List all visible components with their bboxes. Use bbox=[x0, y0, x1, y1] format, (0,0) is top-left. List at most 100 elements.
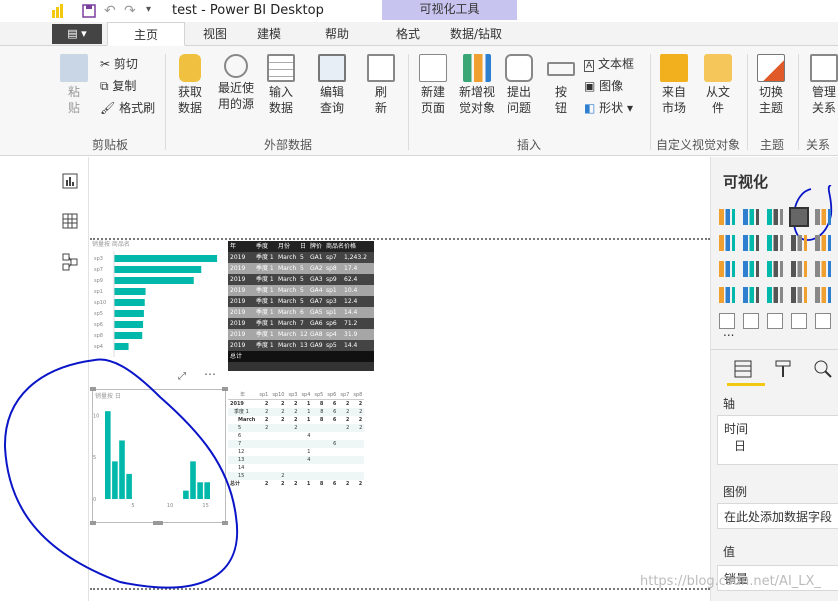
format-painter-button[interactable]: 🖌 格式刷 bbox=[100, 100, 155, 116]
tab-view[interactable]: 视图 bbox=[190, 22, 240, 46]
undo-icon[interactable]: ↶ bbox=[104, 3, 116, 19]
matrix-cell bbox=[338, 464, 351, 472]
paste-button[interactable]: 粘 贴 bbox=[58, 54, 90, 116]
save-icon[interactable] bbox=[82, 4, 96, 18]
axis-field-day[interactable]: 日 bbox=[724, 437, 832, 454]
axis-well[interactable]: 时间 日 bbox=[717, 415, 838, 465]
shapes-button[interactable]: ◧ 形状 ▾ bbox=[584, 100, 633, 116]
model-view-icon[interactable] bbox=[62, 253, 78, 271]
treemap-icon[interactable] bbox=[719, 287, 735, 303]
stacked-area-icon[interactable] bbox=[767, 235, 783, 251]
tab-modeling[interactable]: 建模 bbox=[244, 22, 294, 46]
matrix-cell: 2 bbox=[346, 409, 350, 415]
ribbon-icon[interactable] bbox=[719, 261, 735, 277]
table-row[interactable]: 2019 季度 1 March 5 GA4 sp1 10.4 bbox=[228, 285, 374, 296]
table-cell: GA3 bbox=[310, 276, 323, 283]
100-bar-icon[interactable] bbox=[815, 209, 831, 225]
matrix-icon[interactable] bbox=[767, 313, 783, 329]
redo-icon[interactable]: ↷ bbox=[124, 3, 136, 19]
matrix-header-cell[interactable]: sp7 bbox=[338, 391, 352, 400]
r-script-icon[interactable] bbox=[791, 313, 807, 329]
image-icon: ▣ bbox=[584, 79, 596, 93]
ask-question-button[interactable]: 提出 问题 bbox=[502, 54, 536, 116]
axis-field-time[interactable]: 时间 bbox=[724, 420, 832, 437]
area-icon[interactable] bbox=[743, 235, 759, 251]
switch-theme-button[interactable]: 切换 主题 bbox=[752, 54, 790, 116]
table-row[interactable]: 2019 季度 1 March 6 GA5 sp1 14.4 bbox=[228, 307, 374, 318]
analytics-magnifier-icon[interactable] bbox=[813, 359, 833, 379]
table-cell: sp1 bbox=[326, 287, 337, 294]
tab-home[interactable]: 主页 bbox=[107, 22, 185, 46]
report-canvas[interactable]: 销量按 商品名 sp3 sp7 sp9 sp1 sp10 sp5 sp6 sp8 sp4 ⤢ ⋯… bbox=[3, 157, 710, 601]
image-button[interactable]: ▣ 图像 bbox=[584, 78, 623, 94]
edit-query-icon bbox=[318, 54, 346, 82]
table-cell: 71.2 bbox=[344, 320, 358, 327]
table-cell: 2019 bbox=[230, 287, 246, 294]
fields-tab-icon[interactable] bbox=[733, 359, 753, 379]
scatter-icon[interactable] bbox=[767, 261, 783, 277]
python-icon[interactable] bbox=[815, 313, 831, 329]
table-header-cell[interactable]: 季度 bbox=[254, 241, 276, 252]
cut-button[interactable]: ✂ 剪切 bbox=[100, 56, 138, 72]
tab-format[interactable]: 格式 bbox=[386, 22, 430, 46]
table-header-cell[interactable]: 月份 bbox=[276, 241, 298, 252]
enter-data-button[interactable]: 输入 数据 bbox=[264, 54, 298, 116]
map-icon[interactable] bbox=[743, 287, 759, 303]
table-row[interactable]: 2019 季度 1 March 5 GA3 sp9 62.4 bbox=[228, 274, 374, 285]
text-box-button[interactable]: A 文本框 bbox=[584, 56, 634, 74]
data-view-icon[interactable] bbox=[62, 213, 78, 229]
refresh-button[interactable]: 刷 新 bbox=[364, 54, 398, 116]
edit-queries-button[interactable]: 编辑 查询 bbox=[312, 54, 352, 116]
tab-data-drill[interactable]: 数据/钻取 bbox=[440, 22, 512, 46]
line-column-2-icon[interactable] bbox=[815, 235, 831, 251]
table-header-cell[interactable]: 牌价 bbox=[308, 241, 324, 252]
table-row[interactable]: 2019 季度 1 March 5 GA2 sp8 17.4 bbox=[228, 263, 374, 274]
donut-icon[interactable] bbox=[815, 261, 831, 277]
button-insert-button[interactable]: 按 钮 bbox=[544, 54, 578, 116]
table-cell: March bbox=[278, 309, 297, 316]
from-file-button[interactable]: 从文 件 bbox=[698, 54, 738, 116]
new-page-button[interactable]: 新建 页面 bbox=[414, 54, 452, 116]
from-market-button[interactable]: 来自 市场 bbox=[654, 54, 694, 116]
recent-sources-button[interactable]: 最近使 用的源 bbox=[214, 54, 258, 112]
file-menu-button[interactable]: ▤ ▾ bbox=[52, 24, 102, 44]
line-icon[interactable] bbox=[719, 235, 735, 251]
bar-chart-icon bbox=[463, 54, 491, 82]
table-icon[interactable] bbox=[743, 313, 759, 329]
line-column-icon[interactable] bbox=[791, 235, 807, 251]
table-cell: GA1 bbox=[310, 254, 323, 261]
clustered-column-icon[interactable] bbox=[789, 207, 809, 227]
report-view-icon[interactable] bbox=[62, 173, 78, 189]
get-data-button[interactable]: 获取 数据 bbox=[170, 54, 210, 116]
slicer-icon[interactable] bbox=[719, 313, 735, 329]
format-paint-roller-icon[interactable] bbox=[773, 359, 793, 379]
table-cell: 14.4 bbox=[344, 309, 358, 316]
bar-category-label: sp3 bbox=[94, 256, 103, 262]
legend-well[interactable]: 在此处添加数据字段 bbox=[717, 503, 838, 529]
table-header-cell[interactable]: 年 bbox=[228, 241, 254, 252]
copy-button[interactable]: ⧉ 复制 bbox=[100, 78, 136, 94]
funnel-icon[interactable] bbox=[791, 287, 807, 303]
pie-icon[interactable] bbox=[791, 261, 807, 277]
table-header-cell[interactable]: 价格 bbox=[342, 241, 372, 252]
waterfall-icon[interactable] bbox=[743, 261, 759, 277]
matrix-header-cell[interactable]: sp8 bbox=[351, 391, 365, 400]
table-row[interactable]: 2019 季度 1 March 5 GA7 sp3 12.4 bbox=[228, 296, 374, 307]
table-header-cell[interactable]: 商品名 bbox=[324, 241, 344, 252]
quick-access-dropdown-icon[interactable]: ▾ bbox=[146, 4, 151, 15]
clustered-bar-icon[interactable] bbox=[767, 209, 783, 225]
manage-relationships-button[interactable]: 管理 关系 bbox=[804, 54, 838, 116]
bar-category-label: sp1 bbox=[94, 289, 103, 295]
table-cell: March bbox=[278, 320, 297, 327]
filled-map-icon[interactable] bbox=[767, 287, 783, 303]
stacked-bar-icon[interactable] bbox=[719, 209, 735, 225]
gauge-icon[interactable] bbox=[815, 287, 831, 303]
store-icon bbox=[660, 54, 688, 82]
table-header-cell[interactable]: 日 bbox=[298, 241, 308, 252]
stacked-column-icon[interactable] bbox=[743, 209, 759, 225]
tab-help[interactable]: 帮助 bbox=[312, 22, 362, 46]
table-row[interactable]: 2019 季度 1 March 7 GA6 sp6 71.2 bbox=[228, 318, 374, 329]
table-row[interactable]: 2019 季度 1 March 5 GA1 sp7 1,243.2 bbox=[228, 252, 374, 263]
table-cell: sp1 bbox=[326, 309, 337, 316]
new-visual-button[interactable]: 新增视 觉对象 bbox=[454, 54, 500, 116]
